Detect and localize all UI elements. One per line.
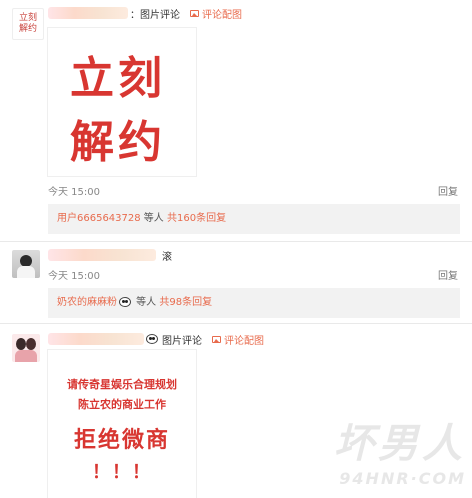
image-link-label: 评论配图 [202,9,242,21]
image-link[interactable]: 评论配图 [190,6,242,21]
panda-emoji-icon [146,334,158,344]
panda-emoji-icon [119,297,131,307]
comment-tag: 图片评论 [162,335,202,347]
comment-header: 图片评论 评论配图 [48,331,264,347]
comment-meta: 今天 15:00 回复 [48,267,458,282]
comment-tag: ：图片评论 [130,9,180,21]
avatar-body [17,266,35,278]
avatar-figure [26,338,36,350]
subreply-count[interactable]: 共160条回复 [167,213,226,224]
avatar[interactable]: 立刻 解约 [12,8,44,40]
subreply-user[interactable]: 用户6665643728 [57,213,141,224]
image-text-line2: 解约 [70,117,166,168]
image-text-line1: 立刻 [70,53,166,104]
username[interactable] [48,333,144,345]
comment-header: 滚 [48,247,172,263]
image-icon [212,335,221,343]
avatar-body [15,350,37,362]
username[interactable] [48,249,156,261]
subreply-summary[interactable]: 奶农的麻麻粉 等人 共98条回复 [48,288,460,318]
comment-2: 滚 今天 15:00 回复 奶农的麻麻粉 等人 共98条回复 [0,242,472,322]
comment-image[interactable]: 请传奇星娱乐合理规划 陈立农的商业工作 拒绝微商 ！！！ [48,350,196,498]
avatar[interactable] [12,250,40,278]
watermark: 坏男人 94HNR·COM [334,411,466,488]
reply-button[interactable]: 回复 [438,267,458,282]
comment-meta: 今天 15:00 回复 [48,183,458,198]
timestamp: 今天 15:00 [48,271,100,282]
avatar-figure [16,338,26,350]
image-icon [190,9,199,17]
subreply-count[interactable]: 共98条回复 [159,297,212,308]
comment-image[interactable]: 立刻 解约 [48,28,196,176]
watermark-domain: 94HNR·COM [339,469,466,488]
image-text-line4: ！！！ [92,462,152,483]
image-link-label: 评论配图 [224,335,264,347]
avatar[interactable] [12,334,40,362]
watermark-logo-text: 坏男人 [334,421,466,467]
subreply-summary[interactable]: 用户6665643728 等人 共160条回复 [48,204,460,234]
comment-header: ：图片评论 评论配图 [48,5,242,21]
image-text-line1: 请传奇星娱乐合理规划 [67,378,177,391]
image-text-line3: 拒绝微商 [73,428,170,453]
username[interactable] [48,7,128,19]
subreply-mid: 等人 [140,213,167,224]
image-link[interactable]: 评论配图 [212,332,264,347]
timestamp: 今天 15:00 [48,187,100,198]
comment-text: 滚 [162,251,172,263]
comment-1: 立刻 解约 ：图片评论 评论配图 立刻 解约 今天 15:00 回复 用户666… [0,0,472,242]
avatar-text: 立刻 解约 [18,13,37,34]
subreply-mid: 等人 [133,297,160,308]
reply-button[interactable]: 回复 [438,183,458,198]
image-text-line2: 陈立农的商业工作 [78,398,166,411]
subreply-user[interactable]: 奶农的麻麻粉 [57,297,117,308]
